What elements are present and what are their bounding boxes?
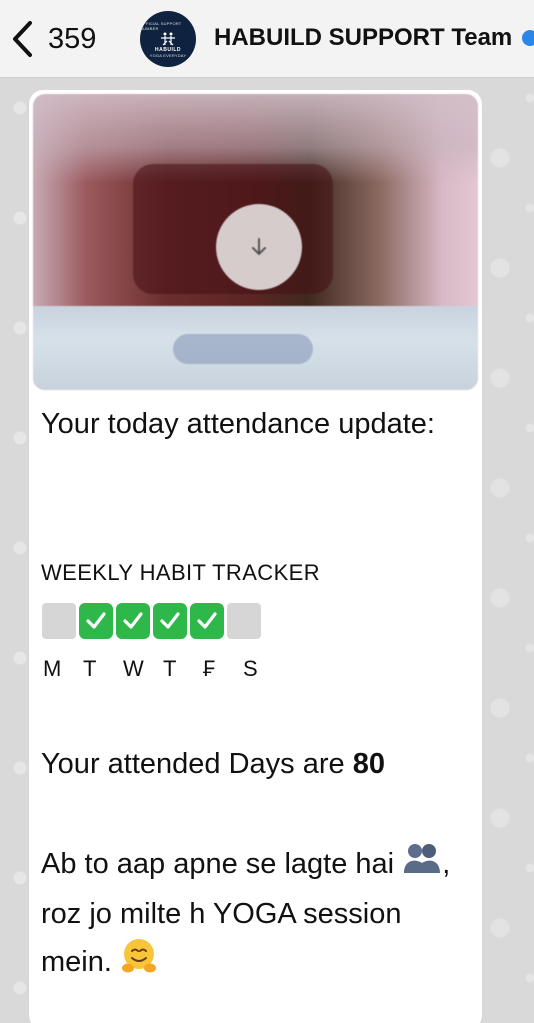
weekday-label: ₣ bbox=[203, 656, 216, 681]
chat-title[interactable]: HABUILD SUPPORT Team bbox=[214, 24, 512, 52]
image-blur-shape bbox=[173, 334, 313, 364]
avatar[interactable]: OFFICIAL SUPPORT NUMBER HABUILD YOGA EVE… bbox=[140, 11, 196, 67]
weekday-label: M bbox=[43, 656, 62, 681]
chat-header: 359 OFFICIAL SUPPORT NUMBER HABUILD YOGA… bbox=[0, 0, 534, 78]
tracker-cell-empty bbox=[227, 603, 261, 639]
tracker-cell-checked bbox=[190, 603, 224, 639]
weekday-label: S bbox=[243, 656, 258, 681]
check-mark-icon bbox=[197, 612, 217, 629]
weekday-label: T bbox=[163, 656, 177, 681]
check-mark-icon bbox=[123, 612, 143, 629]
attendance-update-text: Your today attendance update: bbox=[41, 408, 435, 440]
download-arrow-icon bbox=[252, 238, 266, 255]
attended-days-prefix: Your attended Days are bbox=[41, 748, 353, 780]
tracker-cell-empty bbox=[42, 603, 76, 639]
check-mark-icon bbox=[86, 612, 106, 629]
habit-tracker bbox=[42, 603, 261, 639]
avatar-top-text: OFFICIAL SUPPORT NUMBER bbox=[140, 20, 182, 31]
weekday-labels: M T W T ₣ S bbox=[41, 656, 281, 682]
attended-days-text: Your attended Days are 80 bbox=[41, 740, 471, 788]
tracker-cell-checked bbox=[116, 603, 150, 639]
people-hugging-emoji-icon bbox=[402, 841, 442, 890]
check-mark-icon bbox=[160, 612, 180, 629]
avatar-tagline: YOGA EVERYDAY bbox=[149, 52, 187, 58]
tracker-cell-checked bbox=[79, 603, 113, 639]
attended-days-count: 80 bbox=[352, 748, 385, 780]
message-bubble: Your today attendance update: WEEKLY HAB… bbox=[29, 90, 482, 1023]
weekday-label: W bbox=[123, 656, 144, 681]
closing-text-part1: Ab to aap apne se lagte hai bbox=[41, 848, 395, 880]
chevron-left-icon bbox=[13, 21, 32, 57]
tracker-title: WEEKLY HABIT TRACKER bbox=[41, 560, 321, 585]
yoga-logo-icon bbox=[161, 32, 175, 45]
tracker-cell-checked bbox=[153, 603, 187, 639]
unread-count: 359 bbox=[48, 22, 97, 55]
hugging-face-emoji-icon bbox=[120, 938, 158, 989]
back-button[interactable]: 359 bbox=[10, 14, 96, 64]
weekday-label: T bbox=[83, 656, 97, 681]
blurred-image-preview[interactable] bbox=[33, 94, 478, 390]
verified-badge-icon bbox=[522, 30, 534, 46]
closing-message: Ab to aap apne se lagte hai , roz jo mil… bbox=[41, 840, 471, 989]
download-button[interactable] bbox=[216, 204, 302, 290]
